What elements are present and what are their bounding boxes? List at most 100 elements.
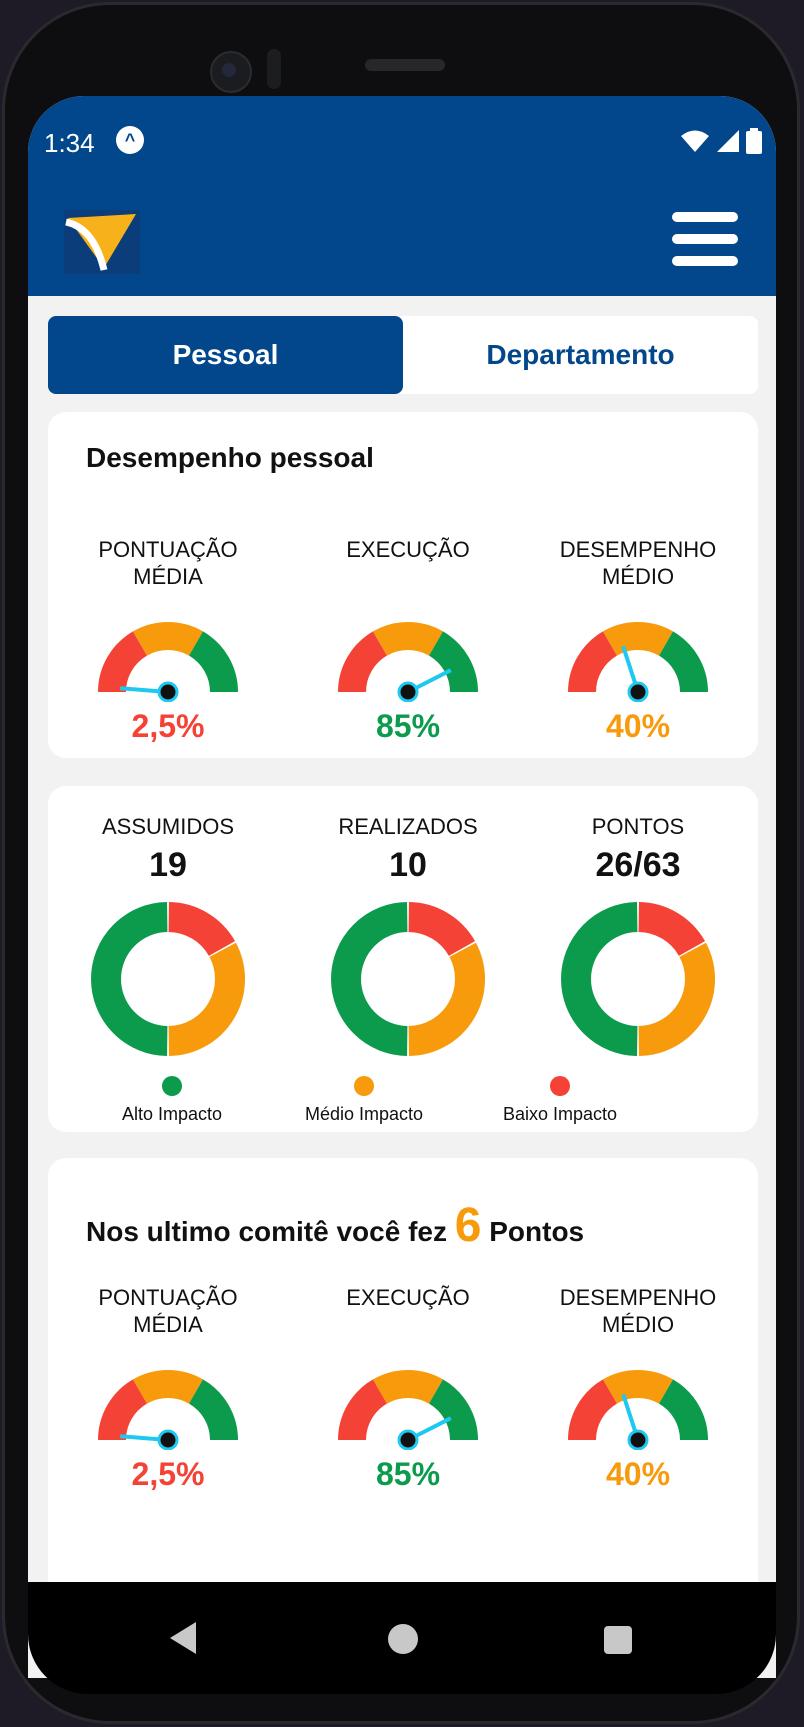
main-content: Pessoal Departamento Desempenho pessoal … (28, 296, 776, 1678)
gauge-label: DESEMPENHO MÉDIO (559, 1285, 717, 1337)
gauge-segment-high (428, 1379, 478, 1441)
gauge-segment-mid (133, 622, 203, 656)
legend-item-alto: Alto Impacto (72, 1076, 272, 1125)
donut-chart (561, 902, 715, 1056)
donut-chart (331, 902, 485, 1056)
legend-dot-baixo (550, 1076, 570, 1096)
gauge-2: DESEMPENHO MÉDIO 40% (518, 536, 758, 745)
gauge-2: DESEMPENHO MÉDIO 40% (518, 1284, 758, 1493)
legend-item-baixo: Baixo Impacto (460, 1076, 660, 1125)
donut-label: PONTOS (591, 814, 685, 839)
legend-label-alto: Alto Impacto (121, 1104, 223, 1124)
gauge-value: 2,5% (131, 708, 205, 744)
committee-title-prefix: Nos ultimo comitê você fez (86, 1216, 447, 1247)
battery-icon (746, 128, 762, 154)
signal-icon (717, 130, 739, 152)
gauge-value: 85% (375, 708, 441, 744)
gauge-value: 2,5% (131, 1456, 205, 1492)
gauge-segment-high (658, 1379, 708, 1441)
gauge-hub (157, 1429, 179, 1450)
status-time: 1:34 (44, 128, 95, 158)
performance-card: Desempenho pessoal PONTUAÇÃO MÉDIA 2,5% EX… (48, 412, 758, 758)
donut-slice-baixo (637, 902, 706, 957)
gauge-segment-mid (133, 1370, 203, 1404)
gauge-segment-high (188, 1379, 238, 1441)
gauge-label: EXECUÇÃO (346, 1285, 470, 1310)
legend-dot-medio (354, 1076, 374, 1096)
back-icon[interactable] (170, 1622, 196, 1654)
gauge-0: PONTUAÇÃO MÉDIA 2,5% (48, 1284, 288, 1493)
legend-dot-alto (162, 1076, 182, 1096)
donut-2: PONTOS 26/63 (518, 814, 758, 1059)
gauge-segment-low (568, 631, 618, 693)
gauge-segment-low (338, 1379, 388, 1441)
donut-0: ASSUMIDOS 19 (48, 814, 288, 1059)
tab-pessoal[interactable]: Pessoal (48, 316, 403, 394)
app-logo-icon (64, 210, 140, 274)
gauge-hub (627, 681, 649, 702)
donut-slice-alto (561, 902, 639, 1056)
status-bar: 1:34 ^ (28, 96, 776, 188)
donut-count: 26/63 (595, 846, 681, 884)
gauge-label: DESEMPENHO MÉDIO (559, 537, 717, 589)
gauge-hub (397, 681, 419, 702)
tab-departamento[interactable]: Departamento (403, 316, 758, 394)
earpiece-speaker (365, 59, 445, 71)
gauge-value: 40% (605, 708, 671, 744)
gauge-segment-mid (603, 1370, 673, 1404)
committee-title-suffix: Pontos (489, 1216, 585, 1247)
gauge-0: PONTUAÇÃO MÉDIA 2,5% (48, 536, 288, 745)
gauge-dial (98, 622, 238, 702)
gauge-segment-high (428, 631, 478, 693)
donut-label: REALIZADOS (338, 814, 478, 839)
gauge-segment-high (188, 631, 238, 693)
app-notification-icon: ^ (116, 126, 144, 154)
gauge-dial (98, 1370, 238, 1450)
committee-points: 6 (454, 1199, 482, 1252)
gauge-label: PONTUAÇÃO MÉDIA (98, 537, 238, 589)
summary-card: Alto Impacto Médio Impacto Baixo Impacto… (48, 786, 758, 1132)
donut-slice-medio (407, 942, 485, 1056)
gauge-segment-low (98, 631, 148, 693)
donut-chart (91, 902, 245, 1056)
menu-icon (672, 212, 740, 266)
wifi-icon (681, 130, 709, 152)
menu-button[interactable] (672, 212, 740, 268)
performance-title: Desempenho pessoal (86, 442, 374, 473)
proximity-sensor (267, 49, 281, 89)
front-camera (210, 51, 252, 93)
android-nav-bar (28, 1582, 776, 1694)
donut-slice-baixo (407, 902, 476, 957)
donut-slice-baixo (167, 902, 236, 957)
legend-item-medio: Médio Impacto (264, 1076, 464, 1125)
gauge-label: PONTUAÇÃO MÉDIA (98, 1285, 238, 1337)
gauge-value: 85% (375, 1456, 441, 1492)
recents-icon[interactable] (604, 1626, 632, 1654)
gauge-hub (397, 1429, 419, 1450)
legend-label-medio: Médio Impacto (304, 1104, 424, 1124)
donut-slice-medio (167, 942, 245, 1056)
gauge-dial (338, 622, 478, 702)
gauge-dial (338, 1370, 478, 1450)
donut-slice-alto (91, 902, 169, 1056)
donut-slice-medio (637, 942, 715, 1056)
home-icon[interactable] (388, 1624, 418, 1654)
tab-bar: Pessoal Departamento (48, 316, 758, 394)
gauge-segment-mid (373, 1370, 443, 1404)
gauge-1: EXECUÇÃO 85% (288, 1284, 528, 1493)
donut-label: ASSUMIDOS (101, 814, 235, 839)
gauge-segment-mid (373, 622, 443, 656)
donut-1: REALIZADOS 10 (288, 814, 528, 1059)
gauge-hub (627, 1429, 649, 1450)
gauge-segment-low (338, 631, 388, 693)
gauge-segment-low (568, 1379, 618, 1441)
system-icons (680, 128, 762, 154)
gauge-segment-low (98, 1379, 148, 1441)
app-bar (28, 188, 776, 296)
gauge-segment-high (658, 631, 708, 693)
gauge-dial (568, 1370, 708, 1450)
donut-slice-alto (331, 902, 409, 1056)
gauge-segment-mid (603, 622, 673, 656)
gauge-label: EXECUÇÃO (346, 537, 470, 562)
committee-title: Nos ultimo comitê você fez 6 Pontos (86, 1198, 584, 1253)
